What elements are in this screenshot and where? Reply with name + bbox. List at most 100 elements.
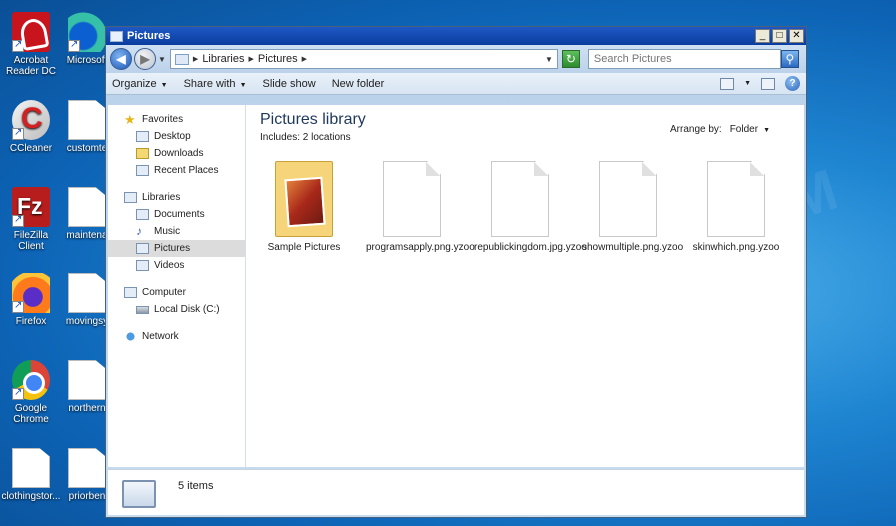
recent-pages-dropdown-icon[interactable]: ▼ xyxy=(158,55,166,64)
acrobat-icon xyxy=(12,12,50,52)
preview-pane-icon[interactable] xyxy=(761,77,775,90)
slide-show-button[interactable]: Slide show xyxy=(263,78,316,90)
computer-group: Computer Local Disk (C:) xyxy=(108,284,245,318)
library-includes-link[interactable]: Includes: 2 locations xyxy=(260,132,351,143)
file-list-pane: Pictures library Includes: 2 locations A… xyxy=(246,105,804,467)
blank-file-icon xyxy=(707,161,765,237)
nav-label: Desktop xyxy=(154,131,191,142)
shortcut-arrow-icon xyxy=(12,127,24,140)
shortcut-arrow-icon xyxy=(12,300,24,313)
file-item[interactable]: skinwhich.png.yzoo xyxy=(690,161,782,254)
desktop-icon-label: priorben xyxy=(68,491,106,502)
folder-icon xyxy=(275,161,333,237)
chevron-right-icon[interactable]: ▶ xyxy=(193,55,198,63)
nav-label: Local Disk (C:) xyxy=(154,304,220,315)
search-icon[interactable]: ⚲ xyxy=(780,50,799,68)
organize-button[interactable]: Organize ▼ xyxy=(112,78,168,90)
desktop-icon-label: CCleaner xyxy=(9,143,53,154)
shortcut-arrow-icon xyxy=(12,214,24,227)
document-icon xyxy=(68,187,106,227)
nav-videos[interactable]: Videos xyxy=(108,257,245,274)
file-item[interactable]: Sample Pictures xyxy=(258,161,350,254)
nav-network[interactable]: Network xyxy=(108,328,245,345)
nav-local-disk[interactable]: Local Disk (C:) xyxy=(108,301,245,318)
firefox-icon xyxy=(12,273,50,313)
window-body: ★ Favorites Desktop Downloads Recent Plac… xyxy=(108,105,804,467)
library-icon xyxy=(174,53,189,65)
file-name: Sample Pictures xyxy=(267,242,341,253)
address-bar[interactable]: ▶ Libraries ▶ Pictures ▶ ▼ xyxy=(169,49,558,69)
nav-label: Favorites xyxy=(142,114,184,125)
organize-label: Organize xyxy=(112,77,157,90)
nav-label: Videos xyxy=(154,260,185,271)
arrange-by-dropdown[interactable]: Folder xyxy=(730,124,758,135)
desktop-icon-filezilla[interactable]: FileZilla Client xyxy=(0,187,62,252)
file-item[interactable]: republickingdom.jpg.yzoo xyxy=(474,161,587,254)
desktop-icon-label: Microsoft xyxy=(66,55,108,66)
shortcut-arrow-icon xyxy=(12,387,24,400)
desktop-icon-chrome[interactable]: Google Chrome xyxy=(0,360,62,425)
nav-pictures[interactable]: Pictures xyxy=(108,240,245,257)
maximize-button[interactable]: □ xyxy=(772,29,787,43)
share-with-label: Share with xyxy=(183,77,236,90)
minimize-button[interactable]: _ xyxy=(755,29,770,43)
desktop-icon-label: Firefox xyxy=(15,316,47,327)
desktop-icon-label: FileZilla Client xyxy=(13,230,49,252)
share-with-button[interactable]: Share with ▼ xyxy=(184,78,247,90)
back-button[interactable]: ◀ xyxy=(110,48,132,70)
change-view-icon[interactable] xyxy=(720,77,735,90)
nav-computer[interactable]: Computer xyxy=(108,284,245,301)
search-input[interactable] xyxy=(593,53,780,65)
new-folder-button[interactable]: New folder xyxy=(332,78,385,90)
file-item[interactable]: programsapply.png.yzoo xyxy=(366,161,475,254)
refresh-icon[interactable]: ↻ xyxy=(561,50,580,68)
music-note-icon: ♪ xyxy=(136,224,142,238)
document-icon xyxy=(68,100,106,140)
chevron-right-icon[interactable]: ▶ xyxy=(302,55,307,63)
nav-documents[interactable]: Documents xyxy=(108,206,245,223)
nav-downloads[interactable]: Downloads xyxy=(108,145,245,162)
recent-places-icon xyxy=(136,165,149,176)
desktop-icon-label: movingsy xyxy=(65,316,109,327)
close-button[interactable]: ✕ xyxy=(789,29,804,43)
nav-desktop[interactable]: Desktop xyxy=(108,128,245,145)
view-options-dropdown-icon[interactable]: ▼ xyxy=(744,80,751,87)
desktop-icon-ccleaner[interactable]: CCleaner xyxy=(0,100,62,154)
chevron-right-icon[interactable]: ▶ xyxy=(249,55,254,63)
address-dropdown-icon[interactable]: ▼ xyxy=(545,55,553,64)
title-bar[interactable]: Pictures _ □ ✕ xyxy=(106,27,806,45)
nav-label: Computer xyxy=(142,287,186,298)
file-name: programsapply.png.yzoo xyxy=(366,242,475,253)
documents-icon xyxy=(136,209,149,220)
nav-music[interactable]: ♪ Music xyxy=(108,223,245,240)
folder-photo-preview xyxy=(284,176,326,228)
star-icon: ★ xyxy=(124,112,136,127)
caret-down-icon[interactable]: ▼ xyxy=(763,127,770,134)
breadcrumb-libraries[interactable]: Libraries xyxy=(202,53,244,65)
nav-label: Documents xyxy=(154,209,205,220)
nav-recent-places[interactable]: Recent Places xyxy=(108,162,245,179)
library-large-icon xyxy=(122,480,156,508)
desktop-icon-firefox[interactable]: Firefox xyxy=(0,273,62,327)
nav-favorites[interactable]: ★ Favorites xyxy=(108,111,245,128)
hard-disk-icon xyxy=(136,305,149,314)
caret-down-icon: ▼ xyxy=(239,81,247,89)
forward-button[interactable]: ▶ xyxy=(134,48,156,70)
navigation-pane: ★ Favorites Desktop Downloads Recent Plac… xyxy=(108,105,246,467)
search-box[interactable] xyxy=(587,49,781,69)
view-controls: ▼ ? xyxy=(720,76,800,91)
file-name: republickingdom.jpg.yzoo xyxy=(474,242,587,253)
pictures-folder-icon xyxy=(110,30,123,42)
computer-icon xyxy=(124,287,137,298)
file-item[interactable]: showmultiple.png.yzoo xyxy=(582,161,683,254)
desktop-icon-acrobat[interactable]: Acrobat Reader DC xyxy=(0,12,62,77)
blank-file-icon xyxy=(491,161,549,237)
document-icon xyxy=(68,360,106,400)
nav-libraries[interactable]: Libraries xyxy=(108,189,245,206)
nav-label: Network xyxy=(142,331,179,342)
desktop-icon-clothingstore[interactable]: clothingstor... xyxy=(0,448,62,502)
nav-label: Music xyxy=(154,226,181,237)
breadcrumb-pictures[interactable]: Pictures xyxy=(258,53,298,65)
address-row: ◀ ▶ ▼ ▶ Libraries ▶ Pictures ▶ ▼ ↻ ⚲ xyxy=(106,45,806,73)
help-icon[interactable]: ? xyxy=(785,76,800,91)
